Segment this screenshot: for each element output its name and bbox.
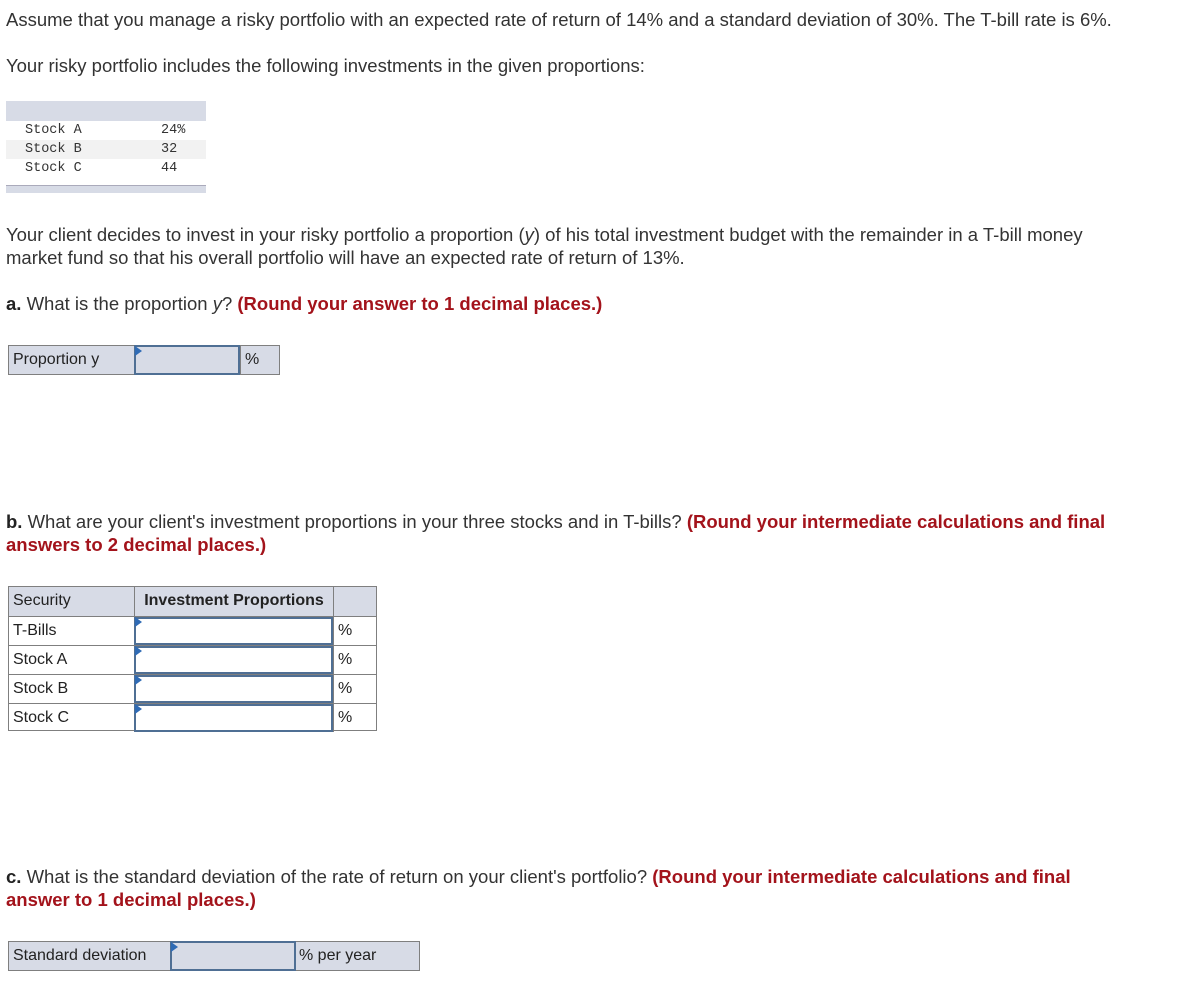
given-row-value: 24%: [161, 123, 186, 138]
stock-a-proportion-input[interactable]: [134, 646, 333, 674]
intro-line-2: Your risky portfolio includes the follow…: [6, 55, 645, 76]
input-flag-icon: [135, 704, 142, 714]
client-text-line-2: market fund so that his overall portfoli…: [6, 247, 685, 268]
table-row: Stock C %: [9, 703, 376, 732]
proportion-y-input[interactable]: [134, 345, 240, 375]
question-a-instruction: (Round your answer to 1 decimal places.): [237, 293, 603, 314]
given-row: Stock A 24%: [6, 121, 206, 140]
standard-deviation-label: Standard deviation: [13, 947, 147, 964]
investment-proportions-table: Security Investment Proportions T-Bills …: [8, 586, 377, 732]
security-name: Stock A: [13, 651, 68, 668]
input-flag-icon: [135, 346, 142, 356]
table-row: Stock A %: [9, 645, 376, 674]
table-header-row: Security Investment Proportions: [9, 587, 376, 616]
security-name: Stock B: [13, 680, 69, 697]
question-c-instruction-line-2: answer to 1 decimal places.): [6, 889, 256, 910]
question-c: c. What is the standard deviation of the…: [6, 865, 1071, 888]
column-header-security: Security: [13, 592, 71, 609]
input-flag-icon: [135, 646, 142, 656]
question-a: a. What is the proportion y? (Round your…: [6, 292, 602, 315]
given-row-value: 32: [161, 142, 178, 157]
given-row-name: Stock B: [25, 142, 82, 157]
security-name: T-Bills: [13, 622, 57, 639]
table-row: Stock B %: [9, 674, 376, 703]
client-text-post: ) of his total investment budget with th…: [533, 224, 1083, 245]
question-c-label: c.: [6, 866, 22, 887]
proportion-y-row: Proportion y %: [8, 345, 280, 375]
unit-percent: %: [338, 651, 353, 668]
variable-y: y: [524, 224, 534, 245]
question-b-label: b.: [6, 511, 23, 532]
given-row-name: Stock C: [25, 161, 82, 176]
standard-deviation-row: Standard deviation % per year: [8, 941, 420, 971]
client-text-line-1: Your client decides to invest in your ri…: [6, 223, 1083, 246]
variable-y: y: [212, 293, 222, 314]
question-b-text: What are your client's investment propor…: [22, 511, 687, 532]
divider: [240, 346, 241, 374]
given-proportions-table: Stock A 24% Stock B 32 Stock C 44: [6, 101, 206, 193]
question-c-instruction: (Round your intermediate calculations an…: [652, 866, 1071, 887]
proportion-y-label: Proportion y: [13, 351, 100, 368]
question-c-text: What is the standard deviation of the ra…: [21, 866, 653, 887]
input-flag-icon: [135, 675, 142, 685]
stock-b-proportion-input[interactable]: [134, 675, 333, 703]
question-b: b. What are your client's investment pro…: [6, 510, 1105, 533]
standard-deviation-input[interactable]: [170, 941, 296, 971]
client-text-pre: Your client decides to invest in your ri…: [6, 224, 525, 245]
column-header-investment-proportions: Investment Proportions: [144, 592, 324, 609]
tbills-proportion-input[interactable]: [134, 617, 333, 645]
intro-line-1: Assume that you manage a risky portfolio…: [6, 9, 1112, 30]
standard-deviation-unit: % per year: [299, 947, 377, 964]
unit-percent: %: [338, 622, 353, 639]
unit-percent: %: [338, 680, 353, 697]
unit-percent: %: [338, 709, 353, 726]
question-a-label: a.: [6, 293, 22, 314]
given-table-footer: [6, 185, 206, 193]
question-a-text-end: ?: [221, 293, 238, 314]
security-name: Stock C: [13, 709, 70, 726]
given-row-name: Stock A: [25, 123, 82, 138]
proportion-y-unit: %: [245, 351, 260, 368]
stock-c-proportion-input[interactable]: [134, 704, 333, 732]
given-row-value: 44: [161, 161, 178, 176]
input-flag-icon: [135, 617, 142, 627]
given-row: Stock B 32: [6, 140, 206, 159]
table-row: T-Bills %: [9, 616, 376, 645]
question-b-instruction-line-2: answers to 2 decimal places.): [6, 534, 267, 555]
question-a-text: What is the proportion: [21, 293, 213, 314]
given-table-header: [6, 101, 206, 121]
given-row: Stock C 44: [6, 159, 206, 178]
question-b-instruction: (Round your intermediate calculations an…: [686, 511, 1106, 532]
input-flag-icon: [171, 942, 178, 952]
